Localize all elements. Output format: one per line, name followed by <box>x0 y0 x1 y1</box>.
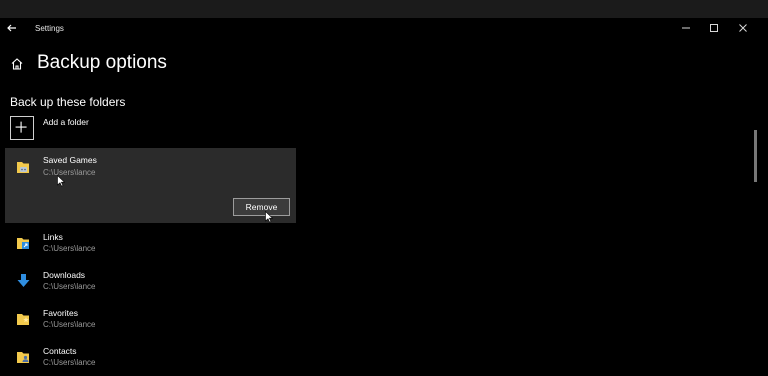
scrollbar-thumb[interactable] <box>754 130 757 182</box>
back-arrow-icon[interactable] <box>4 20 20 36</box>
mouse-cursor-icon <box>57 175 65 187</box>
plus-icon <box>15 121 27 133</box>
folder-name: Downloads <box>43 270 86 280</box>
home-icon[interactable] <box>9 56 25 72</box>
top-strip <box>0 0 768 18</box>
folder-name: Saved Games <box>43 155 97 165</box>
folder-name: Links <box>43 232 63 242</box>
folder-name: Contacts <box>43 346 77 356</box>
remove-button[interactable]: Remove <box>233 198 290 216</box>
page-title: Backup options <box>37 52 167 73</box>
add-folder-label[interactable]: Add a folder <box>43 117 89 127</box>
download-arrow-icon <box>17 274 30 287</box>
folder-name: Favorites <box>43 308 78 318</box>
close-icon[interactable] <box>735 20 751 36</box>
maximize-icon[interactable] <box>706 20 722 36</box>
folder-path: C:\Users\lance <box>43 244 96 253</box>
section-title: Back up these folders <box>10 95 126 109</box>
scrollbar[interactable] <box>752 40 760 376</box>
folder-path: C:\Users\lance <box>43 320 96 329</box>
mouse-cursor-icon <box>265 211 273 223</box>
favorites-folder-icon <box>17 314 29 325</box>
saved-games-folder-icon <box>17 162 29 173</box>
add-folder-button[interactable] <box>10 116 34 140</box>
folder-path: C:\Users\lance <box>43 168 96 177</box>
minimize-icon[interactable] <box>678 20 694 36</box>
contacts-folder-icon <box>17 352 29 363</box>
links-folder-icon <box>17 238 29 249</box>
folder-path: C:\Users\lance <box>43 282 96 291</box>
title-bar <box>0 18 768 40</box>
window-title: Settings <box>35 24 64 33</box>
folder-path: C:\Users\lance <box>43 358 96 367</box>
